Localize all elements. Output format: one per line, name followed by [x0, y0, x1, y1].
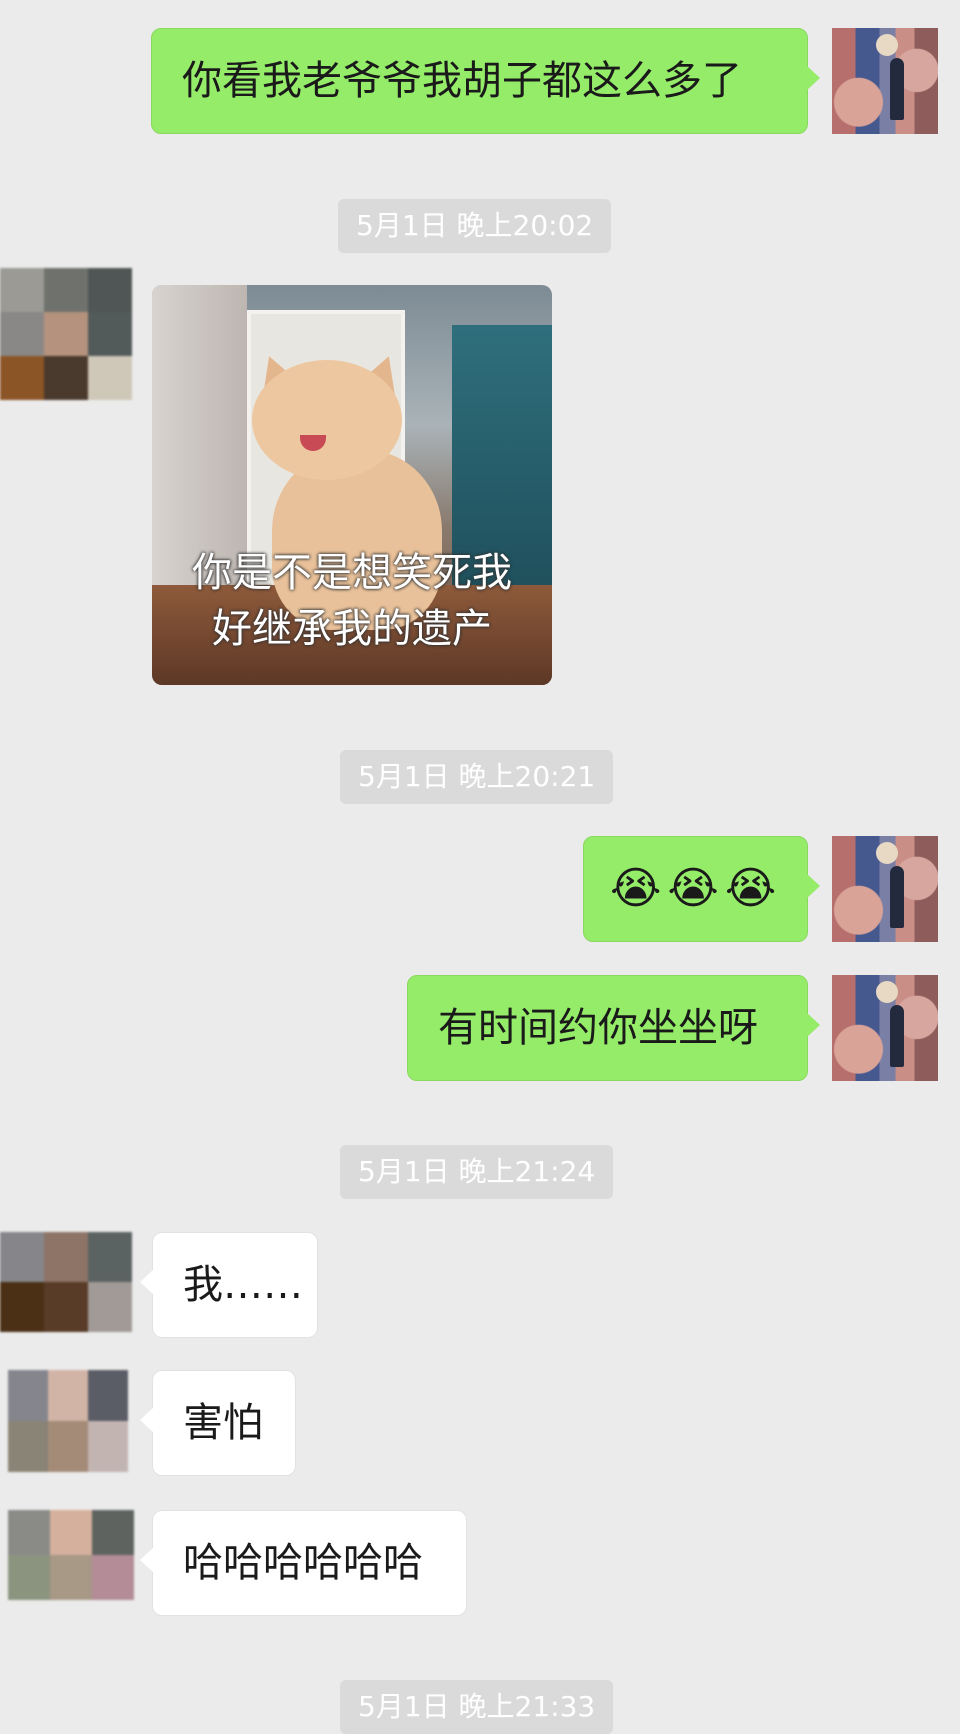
my-avatar[interactable]	[832, 28, 938, 134]
cat-meme-sticker[interactable]: 你是不是想笑死我 好继承我的遗产	[152, 285, 552, 685]
contact-avatar[interactable]	[0, 268, 132, 400]
message-text: 哈哈哈哈哈哈	[183, 1540, 423, 1586]
sticker-caption-line-1: 你是不是想笑死我	[192, 550, 512, 596]
crying-face-icon: 😭	[667, 862, 719, 914]
message-text: 害怕	[183, 1400, 263, 1446]
incoming-message-bubble[interactable]: 哈哈哈哈哈哈	[140, 1510, 467, 1616]
message-timestamp: 5月1日 晚上20:02	[338, 199, 612, 253]
message-timestamp: 5月1日 晚上20:21	[340, 750, 614, 804]
message-timestamp: 5月1日 晚上21:33	[340, 1680, 614, 1734]
sticker-caption-line-2: 好继承我的遗产	[212, 606, 492, 652]
message-text: 有时间约你坐坐呀	[438, 1005, 758, 1051]
incoming-message-bubble[interactable]: 我……	[140, 1232, 318, 1338]
crying-face-icon: 😭	[610, 862, 662, 914]
outgoing-message-bubble[interactable]: 有时间约你坐坐呀	[407, 975, 820, 1081]
outgoing-emoji-bubble[interactable]: 😭 😭 😭	[583, 836, 820, 942]
message-text: 你看我老爷爷我胡子都这么多了	[182, 58, 742, 104]
my-avatar[interactable]	[832, 975, 938, 1081]
my-avatar[interactable]	[832, 836, 938, 942]
contact-avatar[interactable]	[8, 1510, 134, 1600]
contact-avatar[interactable]	[8, 1370, 130, 1472]
crying-face-icon: 😭	[724, 862, 777, 914]
incoming-message-bubble[interactable]: 害怕	[140, 1370, 296, 1476]
message-text: 我……	[183, 1262, 303, 1308]
message-timestamp: 5月1日 晚上21:24	[340, 1145, 614, 1199]
contact-avatar[interactable]	[0, 1232, 132, 1332]
outgoing-message-bubble[interactable]: 你看我老爷爷我胡子都这么多了	[151, 28, 820, 134]
